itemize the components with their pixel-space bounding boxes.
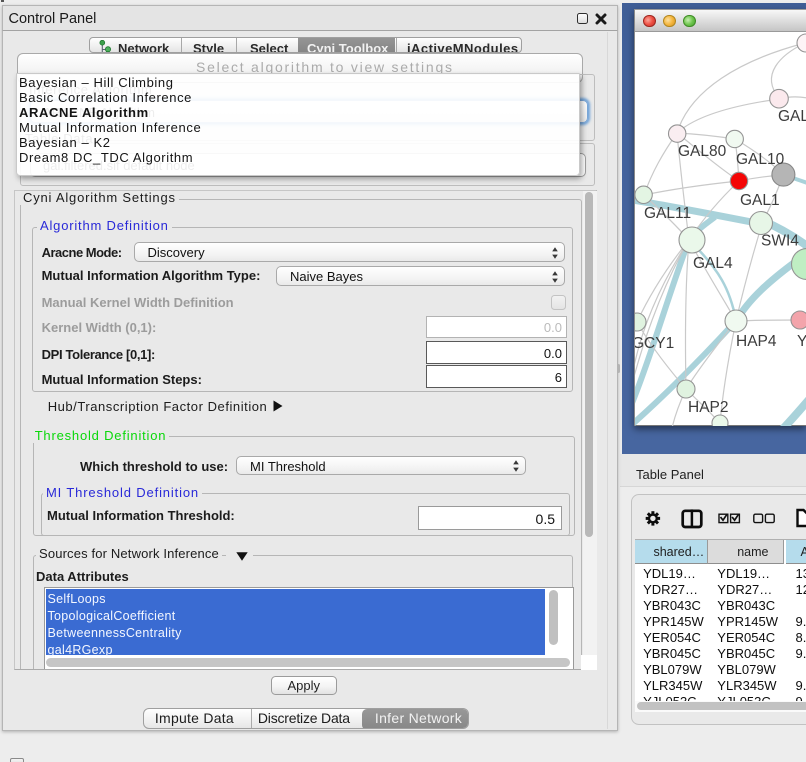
svg-text:YB: YB [797,333,806,350]
svg-text:GCY1: GCY1 [635,335,674,352]
svg-text:GAL11: GAL11 [644,205,691,222]
svg-text:GAL4: GAL4 [693,255,733,272]
svg-text:GAL7: GAL7 [778,108,806,125]
svg-text:GAL80: GAL80 [678,143,727,160]
svg-text:HAP2: HAP2 [688,399,729,416]
svg-text:HAP4: HAP4 [736,333,777,350]
svg-text:SWI4: SWI4 [761,233,799,250]
svg-text:GAL10: GAL10 [736,151,785,168]
svg-text:GAL1: GAL1 [740,192,780,209]
